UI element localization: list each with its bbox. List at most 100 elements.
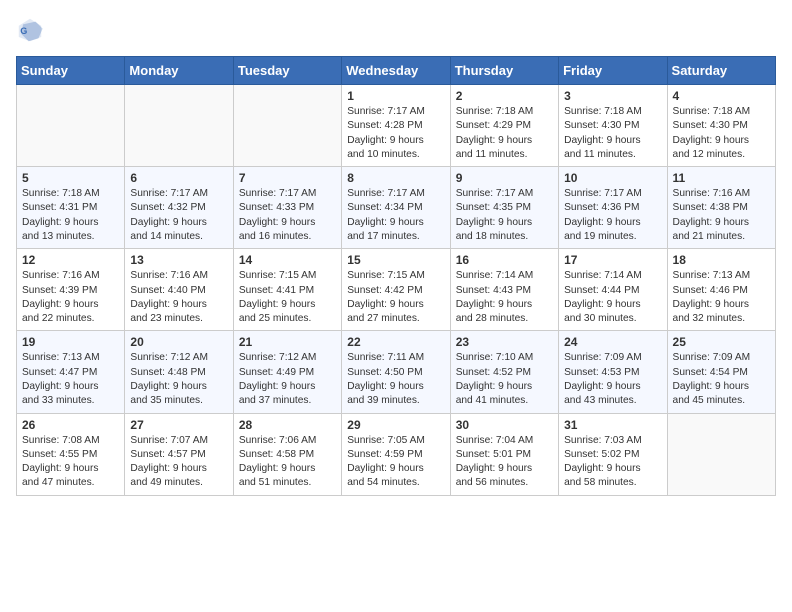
day-number: 7: [239, 171, 336, 185]
day-number: 16: [456, 253, 553, 267]
day-info: Sunrise: 7:04 AM Sunset: 5:01 PM Dayligh…: [456, 434, 553, 491]
calendar-cell: 6Sunrise: 7:17 AM Sunset: 4:32 PM Daylig…: [125, 167, 233, 249]
day-info: Sunrise: 7:18 AM Sunset: 4:30 PM Dayligh…: [564, 105, 661, 162]
day-info: Sunrise: 7:03 AM Sunset: 5:02 PM Dayligh…: [564, 434, 661, 491]
calendar-cell: 28 Sunrise: 7:06 AM Sunset: 4:58 PM Dayli…: [233, 413, 341, 495]
svg-text:G: G: [20, 26, 27, 36]
day-number: 11: [673, 171, 770, 185]
weekday-header-row: SundayMondayTuesdayWednesdayThursdayFrid…: [17, 57, 776, 85]
day-info: Sunrise: 7:16 AM Sunset: 4:39 PM Dayligh…: [22, 269, 119, 326]
calendar-cell: 2 Sunrise: 7:18 AM Sunset: 4:29 PM Daylig…: [450, 85, 558, 167]
logo: G: [16, 16, 48, 44]
weekday-header-saturday: Saturday: [667, 57, 775, 85]
calendar-cell: 30 Sunrise: 7:04 AM Sunset: 5:01 PM Dayli…: [450, 413, 558, 495]
calendar-cell: 21 Sunrise: 7:12 AM Sunset: 4:49 PM Dayli…: [233, 331, 341, 413]
header: G: [16, 16, 776, 44]
calendar-cell: 19Sunrise: 7:13 AM Sunset: 4:47 PM Dayli…: [17, 331, 125, 413]
day-info: Sunrise: 7:17 AM Sunset: 4:36 PM Dayligh…: [564, 187, 661, 244]
calendar-cell: [667, 413, 775, 495]
day-number: 5: [22, 171, 119, 185]
day-info: Sunrise: 7:14 AM Sunset: 4:43 PM Dayligh…: [456, 269, 553, 326]
day-number: 28: [239, 418, 336, 432]
day-number: 31: [564, 418, 661, 432]
day-number: 17: [564, 253, 661, 267]
day-info: Sunrise: 7:07 AM Sunset: 4:57 PM Dayligh…: [130, 434, 227, 491]
day-number: 27: [130, 418, 227, 432]
weekday-header-friday: Friday: [559, 57, 667, 85]
calendar-cell: [125, 85, 233, 167]
day-info: Sunrise: 7:09 AM Sunset: 4:53 PM Dayligh…: [564, 351, 661, 408]
day-number: 26: [22, 418, 119, 432]
day-number: 23: [456, 335, 553, 349]
day-number: 24: [564, 335, 661, 349]
day-number: 8: [347, 171, 444, 185]
day-number: 2: [456, 89, 553, 103]
day-info: Sunrise: 7:18 AM Sunset: 4:31 PM Dayligh…: [22, 187, 119, 244]
day-info: Sunrise: 7:13 AM Sunset: 4:46 PM Dayligh…: [673, 269, 770, 326]
day-info: Sunrise: 7:08 AM Sunset: 4:55 PM Dayligh…: [22, 434, 119, 491]
calendar-cell: 22 Sunrise: 7:11 AM Sunset: 4:50 PM Dayli…: [342, 331, 450, 413]
calendar-cell: 27 Sunrise: 7:07 AM Sunset: 4:57 PM Dayli…: [125, 413, 233, 495]
weekday-header-tuesday: Tuesday: [233, 57, 341, 85]
day-number: 19: [22, 335, 119, 349]
calendar-cell: 8 Sunrise: 7:17 AM Sunset: 4:34 PM Daylig…: [342, 167, 450, 249]
day-info: Sunrise: 7:06 AM Sunset: 4:58 PM Dayligh…: [239, 434, 336, 491]
calendar-cell: [17, 85, 125, 167]
calendar-cell: 23 Sunrise: 7:10 AM Sunset: 4:52 PM Dayli…: [450, 331, 558, 413]
day-info: Sunrise: 7:17 AM Sunset: 4:33 PM Dayligh…: [239, 187, 336, 244]
day-info: Sunrise: 7:18 AM Sunset: 4:30 PM Dayligh…: [673, 105, 770, 162]
day-info: Sunrise: 7:17 AM Sunset: 4:34 PM Dayligh…: [347, 187, 444, 244]
day-number: 29: [347, 418, 444, 432]
weekday-header-monday: Monday: [125, 57, 233, 85]
day-info: Sunrise: 7:17 AM Sunset: 4:28 PM Dayligh…: [347, 105, 444, 162]
weekday-header-wednesday: Wednesday: [342, 57, 450, 85]
calendar-cell: 13 Sunrise: 7:16 AM Sunset: 4:40 PM Dayli…: [125, 249, 233, 331]
day-number: 9: [456, 171, 553, 185]
day-number: 1: [347, 89, 444, 103]
calendar-week-row: 12 Sunrise: 7:16 AM Sunset: 4:39 PM Dayli…: [17, 249, 776, 331]
calendar-cell: 24 Sunrise: 7:09 AM Sunset: 4:53 PM Dayli…: [559, 331, 667, 413]
day-number: 10: [564, 171, 661, 185]
day-number: 13: [130, 253, 227, 267]
day-number: 14: [239, 253, 336, 267]
day-info: Sunrise: 7:17 AM Sunset: 4:32 PM Dayligh…: [130, 187, 227, 244]
day-info: Sunrise: 7:11 AM Sunset: 4:50 PM Dayligh…: [347, 351, 444, 408]
day-info: Sunrise: 7:05 AM Sunset: 4:59 PM Dayligh…: [347, 434, 444, 491]
calendar-cell: 11 Sunrise: 7:16 AM Sunset: 4:38 PM Dayli…: [667, 167, 775, 249]
calendar-cell: 31 Sunrise: 7:03 AM Sunset: 5:02 PM Dayli…: [559, 413, 667, 495]
day-number: 20: [130, 335, 227, 349]
day-number: 12: [22, 253, 119, 267]
day-info: Sunrise: 7:09 AM Sunset: 4:54 PM Dayligh…: [673, 351, 770, 408]
day-info: Sunrise: 7:15 AM Sunset: 4:41 PM Dayligh…: [239, 269, 336, 326]
day-info: Sunrise: 7:16 AM Sunset: 4:40 PM Dayligh…: [130, 269, 227, 326]
day-number: 3: [564, 89, 661, 103]
calendar-cell: 14 Sunrise: 7:15 AM Sunset: 4:41 PM Dayli…: [233, 249, 341, 331]
day-number: 21: [239, 335, 336, 349]
day-number: 15: [347, 253, 444, 267]
calendar-week-row: 19Sunrise: 7:13 AM Sunset: 4:47 PM Dayli…: [17, 331, 776, 413]
calendar-cell: 26 Sunrise: 7:08 AM Sunset: 4:55 PM Dayli…: [17, 413, 125, 495]
calendar-cell: 17 Sunrise: 7:14 AM Sunset: 4:44 PM Dayli…: [559, 249, 667, 331]
day-info: Sunrise: 7:12 AM Sunset: 4:49 PM Dayligh…: [239, 351, 336, 408]
logo-icon: G: [16, 16, 44, 44]
calendar-week-row: 26 Sunrise: 7:08 AM Sunset: 4:55 PM Dayli…: [17, 413, 776, 495]
day-number: 18: [673, 253, 770, 267]
day-info: Sunrise: 7:12 AM Sunset: 4:48 PM Dayligh…: [130, 351, 227, 408]
day-info: Sunrise: 7:14 AM Sunset: 4:44 PM Dayligh…: [564, 269, 661, 326]
calendar-cell: 25Sunrise: 7:09 AM Sunset: 4:54 PM Dayli…: [667, 331, 775, 413]
calendar-cell: 4Sunrise: 7:18 AM Sunset: 4:30 PM Daylig…: [667, 85, 775, 167]
calendar-week-row: 1 Sunrise: 7:17 AM Sunset: 4:28 PM Daylig…: [17, 85, 776, 167]
calendar-table: SundayMondayTuesdayWednesdayThursdayFrid…: [16, 56, 776, 496]
calendar-cell: 10 Sunrise: 7:17 AM Sunset: 4:36 PM Dayli…: [559, 167, 667, 249]
calendar-cell: 16 Sunrise: 7:14 AM Sunset: 4:43 PM Dayli…: [450, 249, 558, 331]
day-info: Sunrise: 7:10 AM Sunset: 4:52 PM Dayligh…: [456, 351, 553, 408]
calendar-cell: 12 Sunrise: 7:16 AM Sunset: 4:39 PM Dayli…: [17, 249, 125, 331]
day-info: Sunrise: 7:18 AM Sunset: 4:29 PM Dayligh…: [456, 105, 553, 162]
calendar-cell: 5 Sunrise: 7:18 AM Sunset: 4:31 PM Daylig…: [17, 167, 125, 249]
weekday-header-sunday: Sunday: [17, 57, 125, 85]
day-info: Sunrise: 7:16 AM Sunset: 4:38 PM Dayligh…: [673, 187, 770, 244]
day-number: 22: [347, 335, 444, 349]
calendar-cell: 9Sunrise: 7:17 AM Sunset: 4:35 PM Daylig…: [450, 167, 558, 249]
day-number: 30: [456, 418, 553, 432]
calendar-cell: 3 Sunrise: 7:18 AM Sunset: 4:30 PM Daylig…: [559, 85, 667, 167]
